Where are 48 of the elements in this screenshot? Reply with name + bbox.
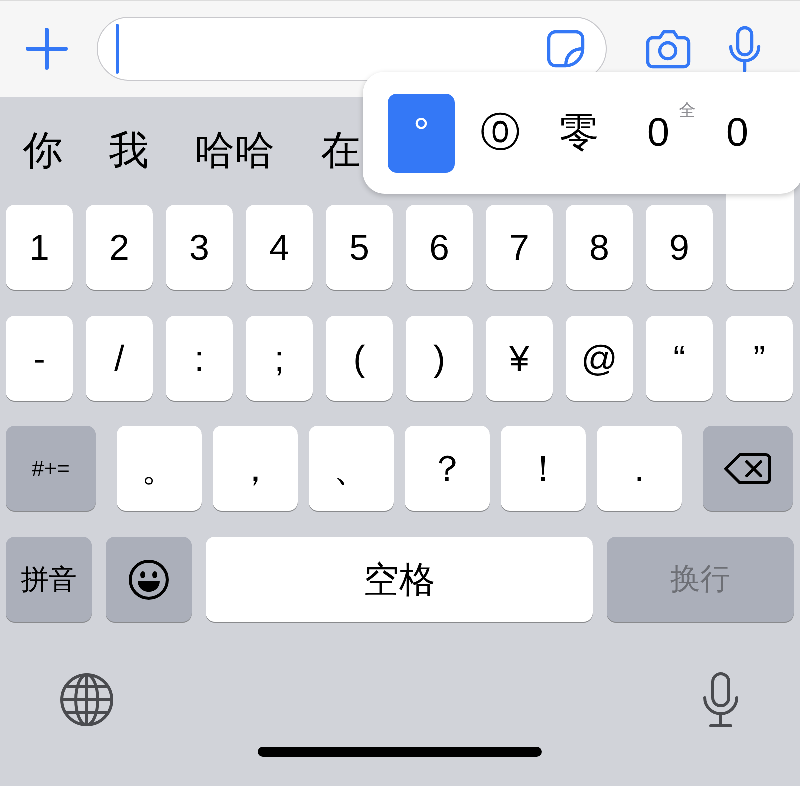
character-option[interactable]: 零	[546, 94, 613, 172]
key[interactable]: 7	[486, 205, 553, 290]
character-option[interactable]: 0	[704, 94, 771, 172]
key[interactable]: ，	[213, 426, 298, 511]
key[interactable]: ¥	[486, 316, 553, 401]
key[interactable]: ？	[405, 426, 490, 511]
character-option[interactable]: °	[388, 94, 455, 172]
key[interactable]: 3	[166, 205, 233, 290]
key[interactable]: /	[86, 316, 153, 401]
character-option[interactable]: ⓪	[467, 94, 534, 172]
key[interactable]: ;	[246, 316, 313, 401]
candidate-word[interactable]: 我	[109, 121, 149, 181]
microphone-icon[interactable]	[727, 25, 763, 73]
key[interactable]: 9	[646, 205, 713, 290]
symbols-key[interactable]: #+=	[6, 426, 96, 511]
key[interactable]: )	[406, 316, 473, 401]
emoji-icon	[128, 558, 170, 600]
plus-icon[interactable]	[25, 27, 69, 71]
key[interactable]: :	[166, 316, 233, 401]
pinyin-key[interactable]: 拼音	[6, 537, 92, 622]
delete-key[interactable]	[703, 426, 793, 511]
candidate-word[interactable]: 哈哈	[195, 121, 275, 181]
candidate-word[interactable]: 你	[23, 121, 63, 181]
key[interactable]: 4	[246, 205, 313, 290]
key[interactable]: 8	[566, 205, 633, 290]
key[interactable]: 5	[326, 205, 393, 290]
key[interactable]: 、	[309, 426, 394, 511]
key[interactable]: “	[646, 316, 713, 401]
space-key[interactable]: 空格	[206, 537, 593, 622]
key[interactable]: 6	[406, 205, 473, 290]
text-cursor	[116, 24, 119, 74]
key[interactable]: 1	[6, 205, 73, 290]
key[interactable]: -	[6, 316, 73, 401]
delete-icon	[724, 452, 772, 486]
emoji-key[interactable]	[106, 537, 192, 622]
key[interactable]: @	[566, 316, 633, 401]
camera-icon[interactable]	[645, 29, 691, 69]
key[interactable]: 2	[86, 205, 153, 290]
key[interactable]: (	[326, 316, 393, 401]
sticker-icon[interactable]	[546, 29, 586, 69]
key[interactable]: ！	[501, 426, 586, 511]
full-width-mark: 全	[679, 100, 696, 122]
key[interactable]: ”	[726, 316, 793, 401]
globe-icon[interactable]	[59, 672, 115, 728]
microphone-icon[interactable]	[701, 672, 741, 728]
candidate-word[interactable]: 在	[321, 121, 361, 181]
key[interactable]: 。	[117, 426, 202, 511]
key[interactable]: .	[597, 426, 682, 511]
